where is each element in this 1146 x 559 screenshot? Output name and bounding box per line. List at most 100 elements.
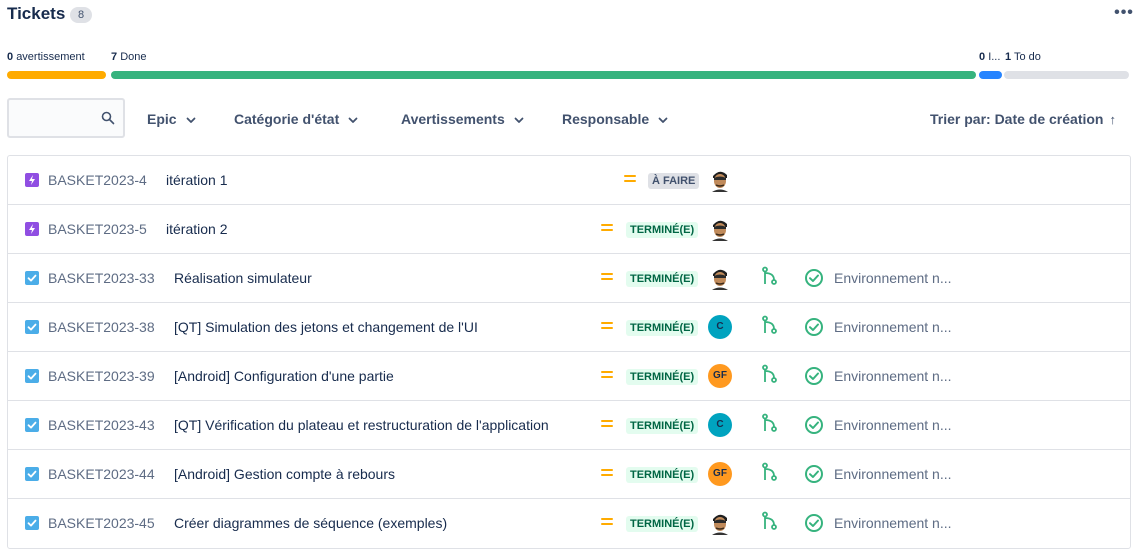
todo-progress-bar[interactable] — [1004, 71, 1129, 79]
avatar[interactable] — [708, 217, 732, 241]
table-row[interactable]: BASKET2023-43 [QT] Vérification du platea… — [8, 401, 1130, 450]
search-field[interactable] — [7, 98, 125, 138]
issue-key-link[interactable]: BASKET2023-5 — [48, 221, 147, 237]
table-row[interactable]: BASKET2023-5 itération 2 TERMINÉ(E) — [8, 205, 1130, 254]
branch-icon[interactable] — [761, 266, 779, 286]
status-lozenge[interactable]: TERMINÉ(E) — [626, 222, 699, 238]
avatar[interactable] — [708, 266, 732, 290]
warnings-progress-label[interactable]: 0 avertissement — [7, 51, 85, 63]
deployment-environment[interactable]: Environnement n... — [834, 270, 952, 286]
issue-key-link[interactable]: BASKET2023-45 — [48, 515, 155, 531]
issue-summary[interactable]: [Android] Gestion compte à rebours — [174, 466, 395, 482]
table-row[interactable]: BASKET2023-39 [Android] Configuration d'u… — [8, 352, 1130, 401]
assignee-filter-dropdown[interactable]: Responsable — [562, 108, 669, 130]
inprogress-progress-label[interactable]: 0 I... — [979, 51, 1000, 63]
status-lozenge[interactable]: TERMINÉ(E) — [626, 320, 699, 336]
task-type-icon — [25, 320, 39, 334]
priority-medium-icon — [601, 515, 613, 527]
status-lozenge[interactable]: TERMINÉ(E) — [626, 467, 699, 483]
issue-key-link[interactable]: BASKET2023-43 — [48, 417, 155, 433]
more-options-button[interactable]: ••• — [1112, 4, 1136, 24]
issue-summary[interactable]: [QT] Simulation des jetons et changement… — [174, 319, 478, 335]
issue-summary[interactable]: itération 2 — [166, 221, 227, 237]
priority-medium-icon — [624, 172, 636, 184]
issue-summary[interactable]: Créer diagrammes de séquence (exemples) — [174, 515, 447, 531]
task-type-icon — [25, 271, 39, 285]
epic-filter-label: Epic — [147, 111, 177, 127]
avatar[interactable] — [708, 511, 732, 535]
check-circle-icon — [805, 318, 823, 336]
search-input[interactable] — [15, 108, 105, 130]
status-lozenge[interactable]: TERMINÉ(E) — [626, 271, 699, 287]
table-row[interactable]: BASKET2023-44 [Android] Gestion compte à … — [8, 450, 1130, 499]
status-lozenge[interactable]: TERMINÉ(E) — [626, 418, 699, 434]
check-circle-icon — [805, 269, 823, 287]
priority-medium-icon — [601, 270, 613, 282]
issue-summary[interactable]: itération 1 — [166, 172, 227, 188]
deployment-environment[interactable]: Environnement n... — [834, 515, 952, 531]
chevron-down-icon — [514, 117, 524, 124]
tickets-table: BASKET2023-4 itération 1À FAIRE BASKET2023… — [7, 155, 1131, 549]
issue-key-link[interactable]: BASKET2023-4 — [48, 172, 147, 188]
inprogress-label: I... — [988, 51, 1001, 63]
table-row[interactable]: BASKET2023-38 [QT] Simulation des jetons … — [8, 303, 1130, 352]
epic-type-icon — [25, 173, 39, 187]
status-lozenge[interactable]: TERMINÉ(E) — [626, 516, 699, 532]
todo-label: To do — [1013, 51, 1041, 63]
issue-summary[interactable]: [QT] Vérification du plateau et restruct… — [174, 417, 549, 433]
avatar[interactable]: C — [708, 413, 732, 437]
issue-key-link[interactable]: BASKET2023-33 — [48, 270, 155, 286]
progress-summary: 0 avertissement 7 Done 0 I... 1 To do — [7, 51, 1129, 65]
sort-label: Trier par: Date de création — [929, 111, 1104, 127]
issue-key-link[interactable]: BASKET2023-39 — [48, 368, 155, 384]
priority-medium-icon — [601, 319, 613, 331]
table-row[interactable]: BASKET2023-4 itération 1 À FAIRE — [8, 156, 1130, 205]
panel-title: Tickets — [7, 4, 66, 23]
status-category-filter-dropdown[interactable]: Catégorie d'état — [234, 108, 359, 130]
task-type-icon — [25, 516, 39, 530]
branch-icon[interactable] — [761, 413, 779, 433]
epic-type-icon — [25, 222, 39, 236]
chevron-down-icon — [186, 117, 195, 124]
warnings-filter-dropdown[interactable]: Avertissements — [401, 108, 525, 130]
warnings-progress-bar[interactable] — [7, 71, 106, 79]
check-circle-icon — [805, 367, 823, 385]
arrow-up-icon: ↑ — [1109, 112, 1117, 127]
ticket-count-badge: 8 — [70, 7, 92, 23]
check-circle-icon — [805, 416, 823, 434]
sort-button[interactable]: Trier par: Date de création ↑ — [930, 108, 1116, 130]
branch-icon[interactable] — [761, 364, 779, 384]
issue-summary[interactable]: [Android] Configuration d'une partie — [174, 368, 394, 384]
deployment-environment[interactable]: Environnement n... — [834, 466, 952, 482]
epic-filter-dropdown[interactable]: Epic — [147, 108, 197, 130]
issue-key-link[interactable]: BASKET2023-38 — [48, 319, 155, 335]
chevron-down-icon — [658, 117, 668, 124]
status-lozenge[interactable]: À FAIRE — [648, 173, 700, 189]
status-category-filter-label: Catégorie d'état — [234, 111, 340, 127]
issue-summary[interactable]: Réalisation simulateur — [174, 270, 312, 286]
deployment-environment[interactable]: Environnement n... — [834, 417, 952, 433]
priority-medium-icon — [601, 466, 613, 478]
branch-icon[interactable] — [761, 462, 779, 482]
check-circle-icon — [805, 465, 823, 483]
chevron-down-icon — [348, 117, 358, 124]
done-progress-bar[interactable] — [111, 71, 976, 79]
task-type-icon — [25, 369, 39, 383]
todo-progress-label[interactable]: 1 To do — [1005, 51, 1041, 63]
inprogress-progress-bar[interactable] — [979, 71, 1002, 79]
branch-icon[interactable] — [761, 315, 779, 335]
avatar[interactable]: GF — [708, 462, 732, 486]
table-row[interactable]: BASKET2023-45 Créer diagrammes de séquenc… — [8, 499, 1130, 548]
issue-key-link[interactable]: BASKET2023-44 — [48, 466, 155, 482]
branch-icon[interactable] — [761, 511, 779, 531]
check-circle-icon — [805, 514, 823, 532]
status-lozenge[interactable]: TERMINÉ(E) — [626, 369, 699, 385]
task-type-icon — [25, 467, 39, 481]
done-progress-label[interactable]: 7 Done — [111, 51, 146, 63]
deployment-environment[interactable]: Environnement n... — [834, 319, 952, 335]
avatar[interactable] — [708, 168, 732, 192]
table-row[interactable]: BASKET2023-33 Réalisation simulateur TERMI… — [8, 254, 1130, 303]
deployment-environment[interactable]: Environnement n... — [834, 368, 952, 384]
avatar[interactable]: GF — [708, 364, 732, 388]
avatar[interactable]: C — [708, 315, 732, 339]
